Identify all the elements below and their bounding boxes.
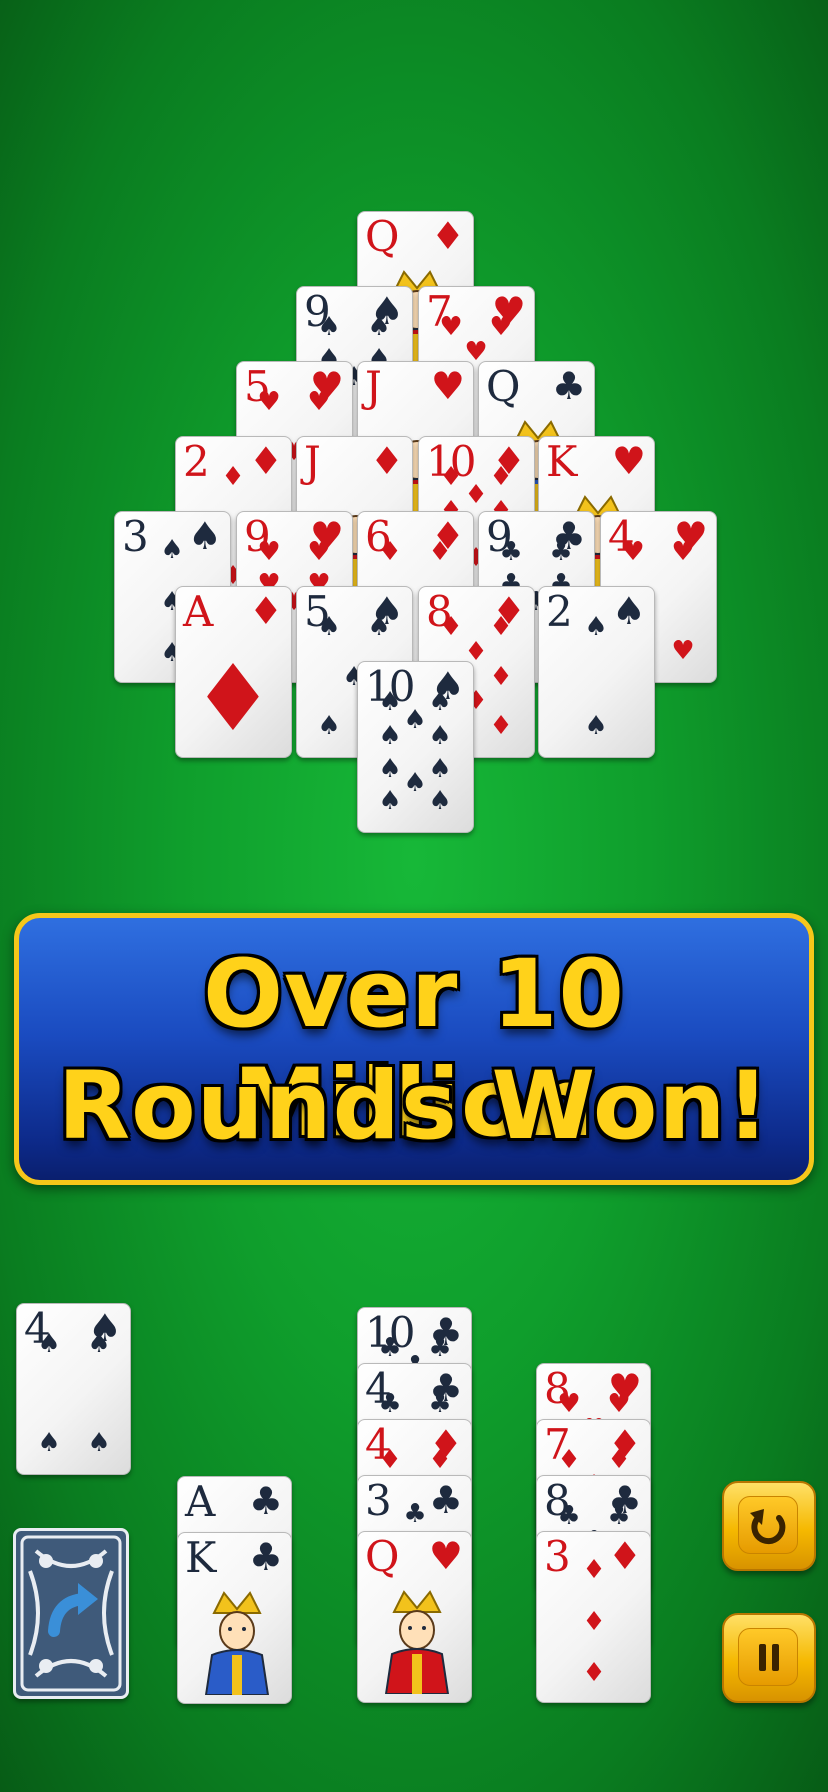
face-card-figure	[374, 1582, 460, 1695]
banner-line-2: Rounds Won!	[57, 1052, 771, 1161]
pause-icon	[759, 1644, 779, 1671]
diamond-pip-icon: ♦	[378, 1445, 402, 1475]
diamond-pip-icon: ♦	[428, 1445, 452, 1475]
diamond-pip-icon: ♦	[582, 1606, 606, 1637]
card-rank: Q	[365, 212, 399, 261]
card-rank: Q	[365, 1532, 399, 1581]
card-rank: Q	[486, 362, 520, 411]
diamond-pip-icon: ♦	[582, 1657, 606, 1688]
waste-card[interactable]: 4 ♠ ♠ ♠ ♠ ♠	[16, 1303, 131, 1475]
spade-pip-icon: ♠	[378, 721, 402, 752]
spade-pip-icon: ♠	[317, 612, 341, 642]
heart-pip-icon: ♥	[257, 537, 281, 567]
spade-pip-icon: ♠	[428, 753, 452, 784]
spade-pip-icon: ♠	[403, 768, 427, 798]
diamond-pip-icon: ♦	[489, 612, 513, 642]
diamond-pip-icon: ♦	[378, 537, 402, 567]
restart-button[interactable]	[722, 1481, 816, 1571]
game-table: Q♦9♠♠♠♠♠♠♠♠♠♠7♥♥♥♥♥♥♥♥5♥♥♥♥♥♥J♥Q♣2♦♦♦J♦1…	[0, 0, 828, 1792]
heart-pip-icon: ♥	[439, 312, 463, 342]
card-rank: J	[365, 362, 382, 411]
heart-pip-icon: ♥	[489, 312, 513, 342]
card-rank: J	[304, 437, 321, 486]
spade-pip-icon: ♠	[317, 711, 341, 741]
spade-pip-icon: ♠	[87, 1329, 111, 1359]
pyramid-card[interactable]: 10 ♠ ♠ ♠ ♠ ♠ ♠ ♠ ♠ ♠ ♠ ♠	[357, 661, 474, 833]
club-suit-icon: ♣	[551, 364, 586, 408]
spade-pip-icon: ♠	[317, 312, 341, 342]
diamond-pip-icon: ♦	[489, 462, 513, 492]
pause-button[interactable]	[722, 1613, 816, 1703]
heart-pip-icon: ♥	[307, 387, 331, 417]
spade-pip-icon: ♠	[378, 687, 402, 717]
stock-pile[interactable]	[13, 1528, 129, 1699]
diamond-pip-icon: ♦	[557, 1445, 581, 1475]
heart-suit-icon: ♥	[430, 364, 465, 408]
club-pip-icon: ♣	[428, 1389, 452, 1419]
diamond-pip-icon: ♦	[439, 612, 463, 642]
card-rank: K	[185, 1533, 216, 1582]
pyramid-card[interactable]: A ♦ ♦	[175, 586, 292, 758]
heart-pip-icon: ♥	[557, 1389, 581, 1419]
club-pip-icon: ♣	[607, 1501, 631, 1531]
promo-banner: Over 10 Million Rounds Won!	[14, 913, 814, 1185]
spade-pip-icon: ♠	[367, 612, 391, 642]
spade-pip-icon: ♠	[428, 721, 452, 752]
spade-pip-icon: ♠	[378, 753, 402, 784]
heart-suit-icon: ♥	[428, 1534, 463, 1578]
spade-pip-icon: ♠	[37, 1428, 61, 1458]
heart-pip-icon: ♥	[671, 636, 695, 666]
diamond-pip-icon: ♦	[607, 1445, 631, 1475]
diamond-suit-icon: ♦	[191, 645, 275, 752]
diamond-pip-icon: ♦	[489, 661, 513, 692]
diamond-pip-icon: ♦	[428, 537, 452, 567]
spade-pip-icon: ♠	[378, 786, 402, 816]
restart-icon	[750, 1509, 786, 1545]
spade-pip-icon: ♠	[160, 535, 184, 566]
club-pip-icon: ♣	[499, 537, 523, 567]
heart-pip-icon: ♥	[671, 537, 695, 567]
club-suit-icon: ♣	[248, 1535, 283, 1579]
diamond-pip-icon: ♦	[439, 462, 463, 492]
club-pip-icon: ♣	[403, 1499, 427, 1530]
heart-pip-icon: ♥	[307, 537, 331, 567]
heart-pip-icon: ♥	[257, 387, 281, 417]
spade-pip-icon: ♠	[37, 1329, 61, 1359]
club-pip-icon: ♣	[549, 537, 573, 567]
spade-pip-icon: ♠	[584, 711, 608, 741]
club-pip-icon: ♣	[378, 1389, 402, 1419]
spade-pip-icon: ♠	[403, 705, 427, 735]
club-pip-icon: ♣	[557, 1501, 581, 1531]
heart-suit-icon: ♥	[611, 439, 646, 483]
card-rank: A	[185, 1477, 215, 1526]
pile-card[interactable]: Q ♥	[357, 1531, 472, 1703]
heart-pip-icon: ♥	[607, 1389, 631, 1419]
club-pip-icon: ♣	[378, 1333, 402, 1363]
pyramid-card[interactable]: 2 ♠ ♠ ♠	[538, 586, 655, 758]
pile-card[interactable]: K ♣	[177, 1532, 292, 1704]
spade-pip-icon: ♠	[428, 687, 452, 717]
diamond-pip-icon: ♦	[221, 462, 245, 492]
diamond-suit-icon: ♦	[248, 589, 283, 633]
diamond-pip-icon: ♦	[489, 711, 513, 741]
club-suit-icon: ♣	[248, 1479, 283, 1523]
spade-pip-icon: ♠	[584, 612, 608, 642]
spade-pip-icon: ♠	[87, 1428, 111, 1458]
card-rank: K	[546, 437, 577, 486]
card-rank: A	[183, 587, 213, 636]
diamond-pip-icon: ♦	[582, 1555, 606, 1586]
diamond-pip-icon: ♦	[464, 480, 488, 510]
spade-pip-icon: ♠	[428, 786, 452, 816]
club-pip-icon: ♣	[428, 1333, 452, 1363]
pile-card[interactable]: 3 ♦ ♦ ♦ ♦	[536, 1531, 651, 1703]
undo-arrow-icon	[48, 1583, 98, 1637]
face-card-figure	[194, 1583, 280, 1696]
heart-pip-icon: ♥	[621, 537, 645, 567]
diamond-suit-icon: ♦	[430, 214, 465, 258]
diamond-suit-icon: ♦	[369, 439, 404, 483]
spade-pip-icon: ♠	[367, 312, 391, 342]
